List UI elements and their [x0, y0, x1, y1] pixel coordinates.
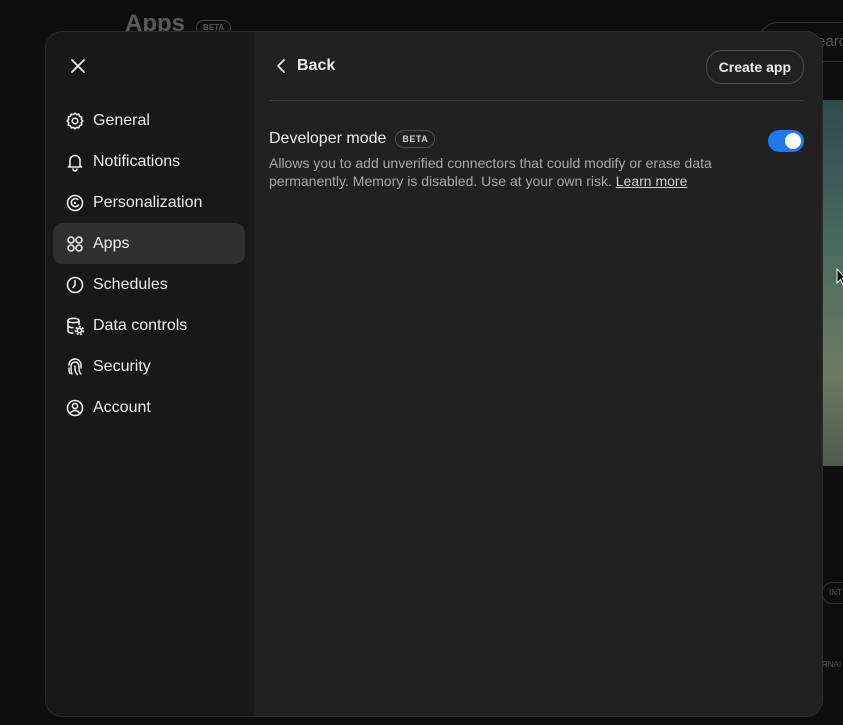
beta-badge: BETA: [395, 130, 436, 148]
settings-modal: General Notifications Personalization Ap…: [46, 32, 822, 716]
sidebar-item-general[interactable]: General: [53, 100, 245, 141]
developer-mode-toggle[interactable]: [768, 130, 804, 152]
back-button[interactable]: Back: [275, 54, 335, 78]
settings-nav: General Notifications Personalization Ap…: [53, 100, 245, 428]
sidebar-item-label: General: [93, 111, 150, 129]
sidebar-item-label: Schedules: [93, 275, 168, 293]
developer-mode-title: Developer mode: [269, 130, 387, 147]
sidebar-item-label: Security: [93, 357, 151, 375]
learn-more-link[interactable]: Learn more: [616, 173, 688, 189]
sidebar-item-label: Data controls: [93, 316, 188, 334]
close-button[interactable]: [66, 54, 90, 78]
user-circle-icon: [65, 398, 85, 418]
bell-icon: [65, 152, 85, 172]
developer-mode-setting: Developer mode BETA Allows you to add un…: [269, 130, 804, 190]
mouse-cursor-icon: [836, 268, 843, 286]
gear-icon: [65, 111, 85, 131]
chevron-left-icon: [277, 59, 285, 73]
clock-icon: [65, 275, 85, 295]
back-button-label: Back: [297, 57, 336, 74]
apps-grid-icon: [65, 234, 85, 254]
sidebar-item-label: Account: [93, 398, 151, 416]
developer-mode-description: Allows you to add unverified connectors …: [269, 154, 739, 190]
sidebar-item-label: Notifications: [93, 152, 181, 170]
sidebar-item-personalization[interactable]: Personalization: [53, 182, 245, 223]
fingerprint-icon: [65, 357, 85, 377]
sidebar-item-notifications[interactable]: Notifications: [53, 141, 245, 182]
database-gear-icon: [65, 316, 85, 336]
sidebar-item-label: Personalization: [93, 193, 203, 211]
background-chip: INT: [822, 582, 843, 604]
sidebar-item-account[interactable]: Account: [53, 387, 245, 428]
personalization-icon: [65, 193, 85, 213]
create-app-button[interactable]: Create app: [705, 50, 804, 84]
toggle-knob: [785, 133, 801, 149]
background-label: RNAI: [822, 660, 842, 669]
sidebar-item-security[interactable]: Security: [53, 346, 245, 387]
settings-content: Back Create app Developer mode BETA Allo…: [269, 32, 804, 716]
sidebar-item-label: Apps: [93, 234, 130, 252]
header-divider: [269, 100, 804, 101]
settings-sidebar: General Notifications Personalization Ap…: [46, 32, 254, 716]
sidebar-item-data-controls[interactable]: Data controls: [53, 305, 245, 346]
sidebar-item-schedules[interactable]: Schedules: [53, 264, 245, 305]
close-icon: [71, 59, 85, 73]
sidebar-item-apps[interactable]: Apps: [53, 223, 245, 264]
